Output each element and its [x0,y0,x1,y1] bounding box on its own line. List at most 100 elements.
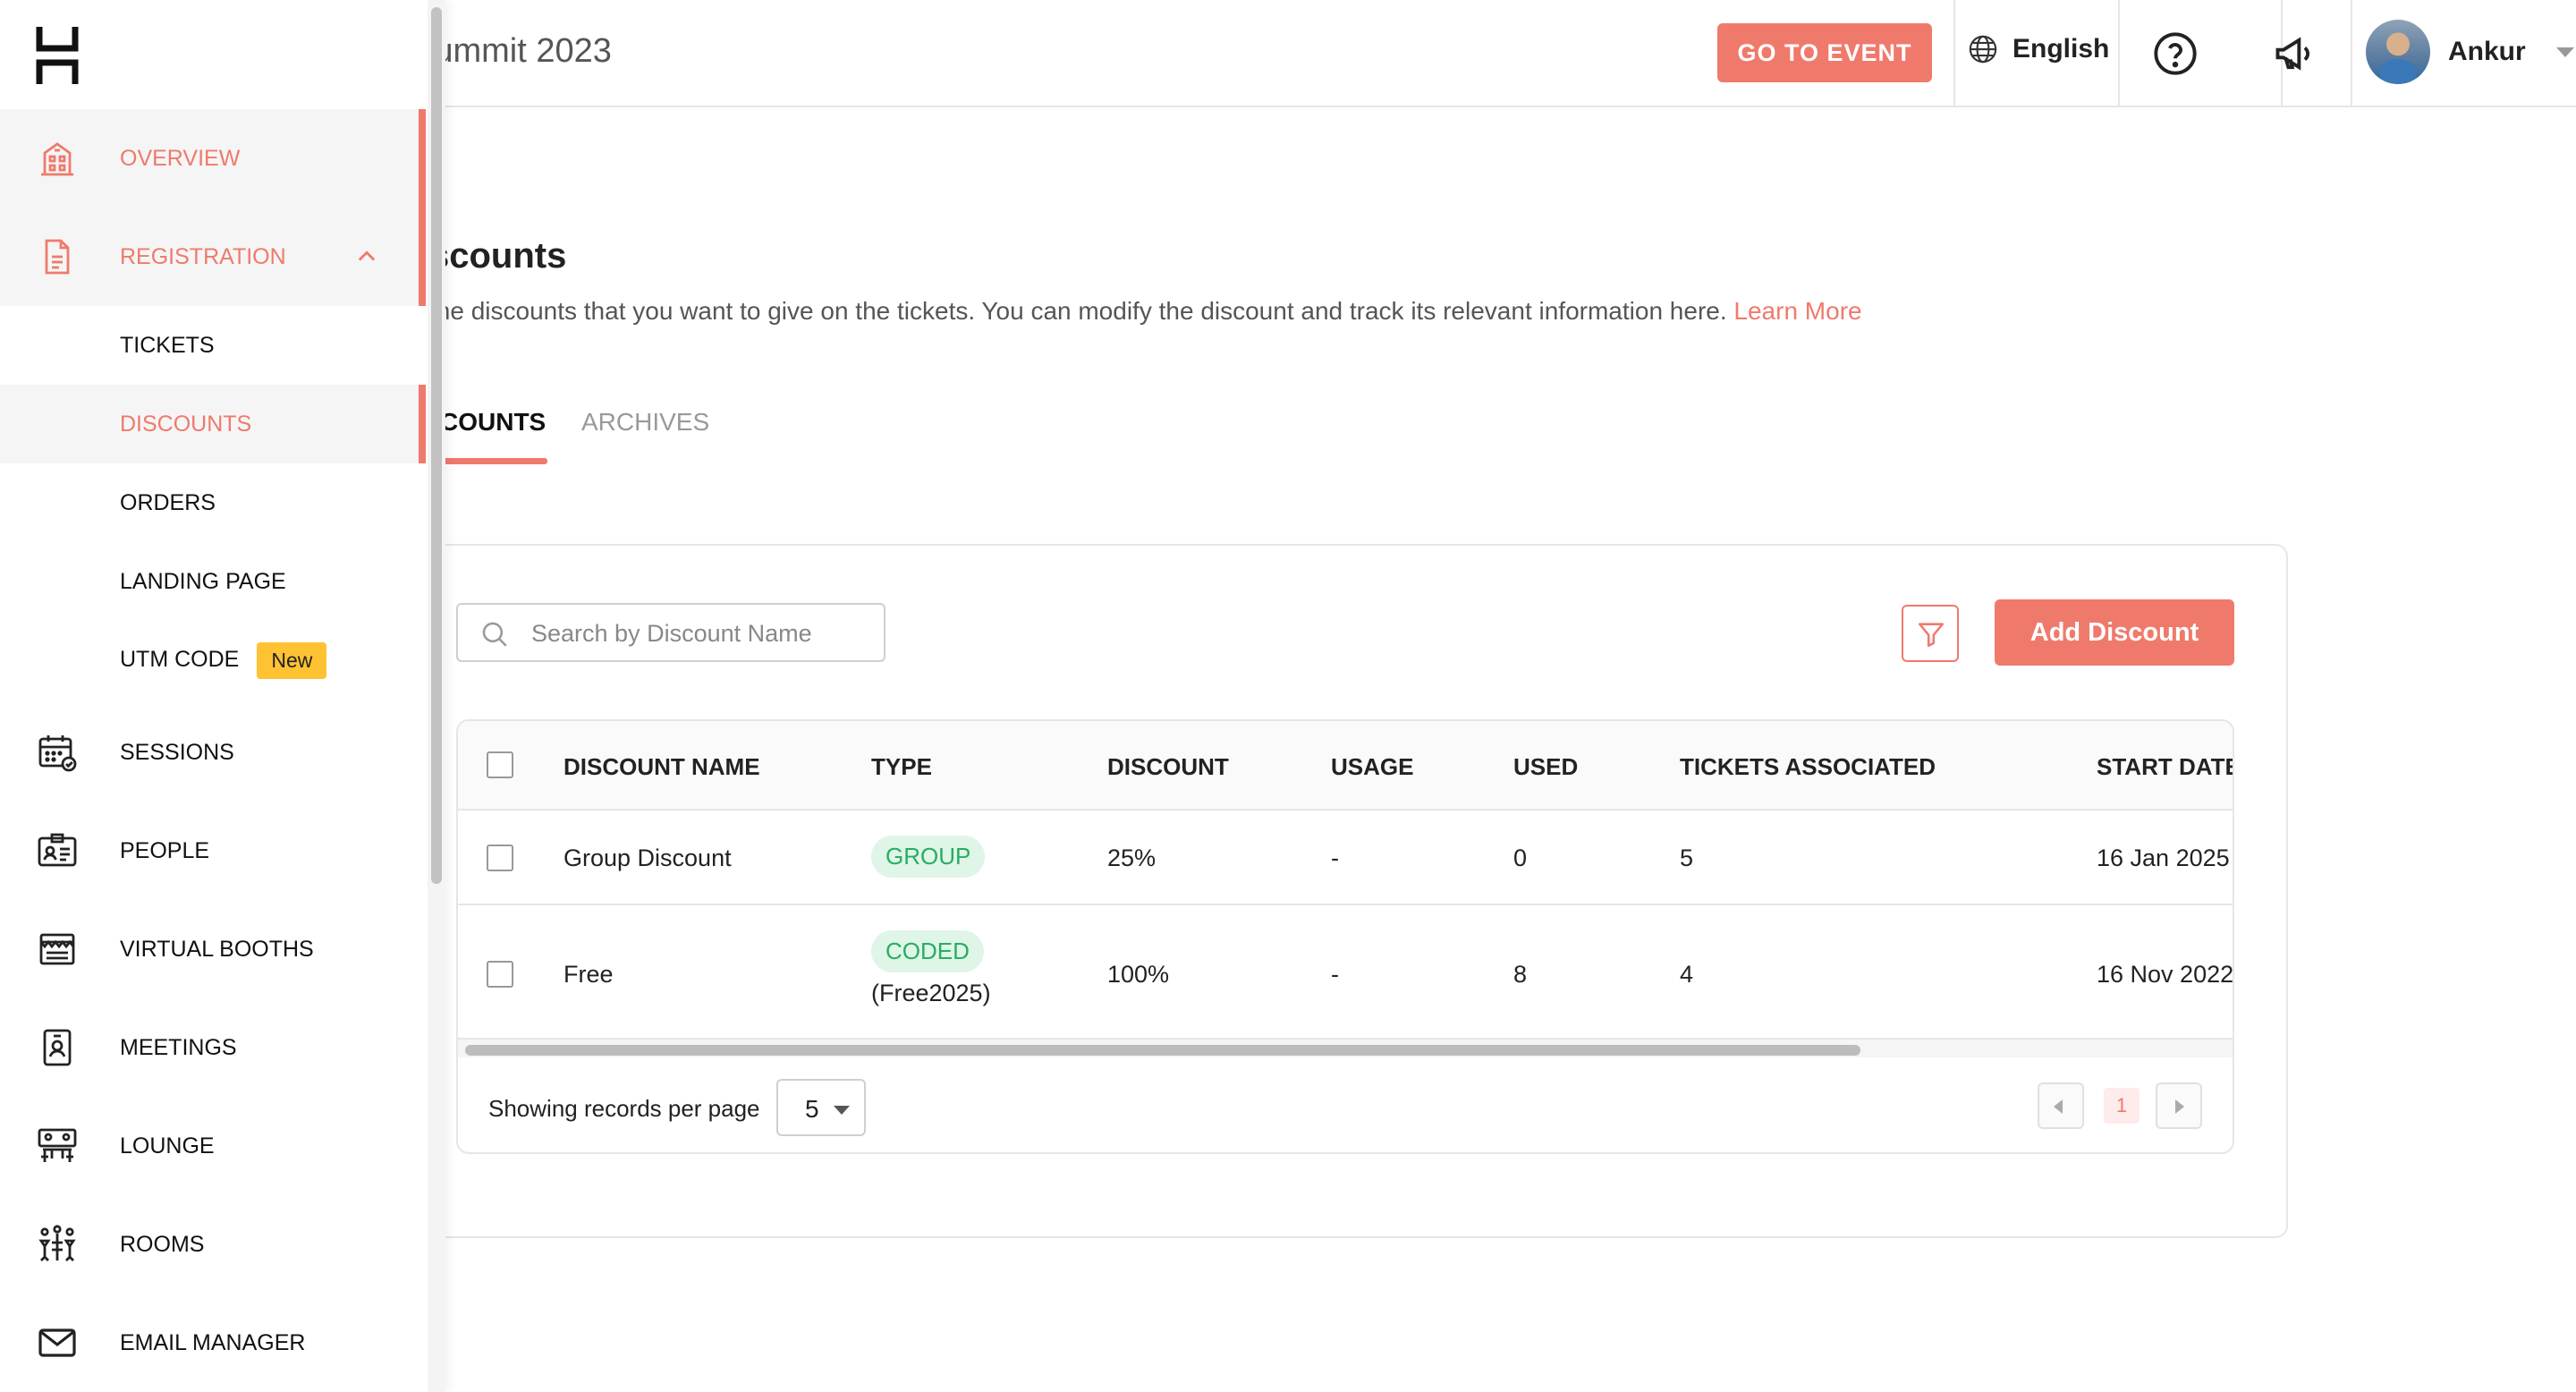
sidebar-item-registration[interactable]: REGISTRATION [0,208,426,306]
sidebar-item-orders[interactable]: ORDERS [0,463,426,542]
sidebar: OVERVIEW REGISTRATION TICKETS DISCOUNTS … [0,0,445,1392]
sidebar-item-tickets[interactable]: TICKETS [0,306,426,385]
sidebar-item-label-wrap: UTM CODE New [120,641,327,679]
page-title: scounts [429,236,567,276]
row-checkbox[interactable] [487,961,513,988]
horizontal-scroll-thumb[interactable] [465,1045,1860,1056]
table-row[interactable]: Group Discount GROUP 25% - 0 5 16 Jan 20… [458,811,2233,905]
calendar-icon [38,735,77,772]
sidebar-item-virtual-booths[interactable]: VIRTUAL BOOTHS [0,900,426,998]
type-badge: CODED [871,930,984,972]
rooms-icon [38,1225,76,1261]
sidebar-scroll-thumb[interactable] [431,7,442,884]
description-text: the discounts that you want to give on t… [429,297,1727,325]
discount-value: 100% [1107,961,1170,988]
sidebar-item-overview[interactable]: OVERVIEW [0,109,426,208]
badge-icon [43,1029,72,1066]
per-page-select[interactable]: 5 [776,1079,866,1136]
filter-button[interactable] [1902,605,1959,662]
discount-name: Group Discount [564,845,732,871]
sidebar-item-label: MEETINGS [120,1034,237,1060]
sidebar-item-label: LOUNGE [120,1133,215,1159]
learn-more-link[interactable]: Learn More [1733,297,1861,325]
chevron-left-icon [2054,1099,2063,1114]
booth-icon [39,933,75,965]
go-to-event-button[interactable]: GO TO EVENT [1717,23,1932,82]
sidebar-item-sessions[interactable]: SESSIONS [0,703,426,802]
new-badge: New [257,641,327,679]
sidebar-item-discounts[interactable]: DISCOUNTS [0,385,426,463]
sidebar-item-label: VIRTUAL BOOTHS [120,936,314,962]
sidebar-item-lounge[interactable]: LOUNGE [0,1097,426,1195]
sidebar-item-email-manager[interactable]: EMAIL MANAGER [0,1294,426,1392]
tab-discounts[interactable]: COUNTS [440,408,546,437]
id-card-icon [38,833,77,867]
column-header[interactable]: START DATE [2097,753,2233,781]
used-value: 8 [1513,961,1528,988]
column-header[interactable]: DISCOUNT [1107,753,1229,781]
start-date: 16 Jan 2025 [2097,845,2230,871]
help-icon[interactable] [2152,30,2199,77]
building-icon [41,142,73,176]
usage-value: - [1331,961,1339,988]
active-tab-indicator [440,458,547,464]
tab-archives[interactable]: ARCHIVES [581,408,709,437]
megaphone-icon[interactable] [2272,30,2318,77]
caret-down-icon [834,1106,850,1115]
sidebar-item-label: ORDERS [120,489,216,515]
logo-icon [36,27,79,84]
table-row[interactable]: Free CODED (Free2025) 100% - 8 4 16 Nov … [458,905,2233,1040]
discounts-table: DISCOUNT NAME TYPE DISCOUNT USAGE USED T… [456,719,2234,1154]
column-header[interactable]: USAGE [1331,753,1413,781]
search-box[interactable] [456,603,886,662]
discount-name: Free [564,961,614,988]
header-divider [2351,0,2352,106]
column-header[interactable]: TYPE [871,753,932,781]
per-page-label: Showing records per page [488,1095,760,1122]
sidebar-item-label: LANDING PAGE [120,568,286,594]
row-checkbox[interactable] [487,845,513,871]
per-page-value: 5 [805,1095,819,1123]
next-page-button[interactable] [2156,1082,2202,1129]
sidebar-item-label: OVERVIEW [120,145,241,171]
select-all-checkbox[interactable] [487,751,513,778]
type-badge: GROUP [871,836,986,878]
user-name: Ankur [2448,37,2526,66]
table-header: DISCOUNT NAME TYPE DISCOUNT USAGE USED T… [458,721,2233,811]
lounge-icon [38,1128,77,1162]
sidebar-item-rooms[interactable]: ROOMS [0,1195,426,1294]
sidebar-item-utm-code[interactable]: UTM CODE New [0,621,426,700]
user-menu[interactable]: Ankur [2366,20,2574,84]
column-header[interactable]: USED [1513,753,1578,781]
sidebar-item-people[interactable]: PEOPLE [0,802,426,900]
tickets-value: 5 [1680,845,1694,871]
language-selector[interactable]: English [1968,34,2109,64]
add-discount-button[interactable]: Add Discount [1995,599,2234,666]
discount-code: (Free2025) [871,980,991,1006]
sidebar-item-landing-page[interactable]: LANDING PAGE [0,542,426,621]
globe-icon [1969,35,1997,64]
usage-value: - [1331,845,1339,871]
prev-page-button[interactable] [2038,1082,2084,1129]
mail-icon [38,1328,76,1357]
header-divider [2118,0,2120,106]
search-input[interactable] [531,614,871,653]
sidebar-item-label: ROOMS [120,1231,205,1257]
sidebar-item-meetings[interactable]: MEETINGS [0,998,426,1097]
column-header[interactable]: DISCOUNT NAME [564,753,760,781]
used-value: 0 [1513,845,1528,871]
chevron-right-icon [2175,1099,2184,1114]
sidebar-item-label: DISCOUNTS [120,411,252,437]
filter-icon [1918,623,1945,648]
avatar [2366,20,2430,84]
chevron-up-icon[interactable] [354,244,379,269]
tickets-value: 4 [1680,961,1694,988]
discount-value: 25% [1107,845,1157,871]
column-header[interactable]: TICKETS ASSOCIATED [1680,753,1936,781]
sidebar-item-label: REGISTRATION [120,243,286,269]
sidebar-item-label: UTM CODE [120,646,240,672]
sidebar-item-label: SESSIONS [120,739,234,765]
language-label: English [2012,34,2110,64]
type-cell: CODED (Free2025) [871,930,991,1007]
current-page[interactable]: 1 [2104,1088,2140,1124]
